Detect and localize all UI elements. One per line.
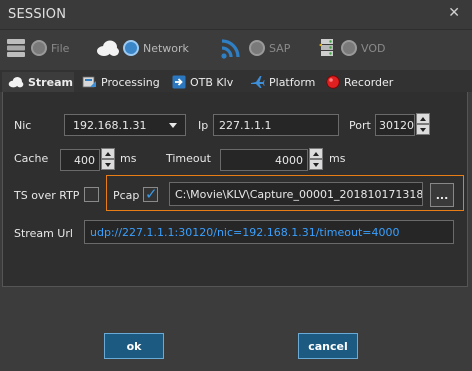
tab-platform[interactable]: Platform [250,72,315,92]
source-vod-label: VOD [361,41,386,55]
source-network[interactable]: Network [96,38,189,58]
timeout-unit: ms [329,152,346,165]
radio-file[interactable] [31,40,47,56]
radio-vod[interactable] [341,40,357,56]
timeout-label: Timeout [166,152,211,165]
cancel-button[interactable]: cancel [298,333,358,359]
radio-network[interactable] [123,40,139,56]
stream-url-value: udp://227.1.1.1:30120/nic=192.168.1.31/t… [90,225,400,239]
stream-url-label: Stream Url [14,227,73,240]
pcap-path-value: C:\Movie\KLV\Capture_00001_2018101713185… [175,187,423,201]
port-value: 30120 [379,118,414,132]
ts-over-rtp-checkbox[interactable] [84,187,99,202]
cache-up-icon[interactable] [101,148,115,159]
tab-processing[interactable]: Processing [82,72,160,92]
cache-down-icon[interactable] [101,159,115,170]
tab-stream-label: Stream [28,75,73,89]
port-label: Port [349,119,371,132]
tab-recorder[interactable]: Recorder [326,72,393,92]
tab-stream[interactable]: Stream [2,72,74,92]
server-icon [319,39,333,56]
nic-label: Nic [14,119,32,132]
database-icon [7,39,25,57]
ts-over-rtp-label: TS over RTP [14,189,80,202]
dropdown-arrow-icon [169,123,177,128]
timeout-value: 4000 [275,153,303,167]
cloud-icon [8,77,24,88]
stream-url-field[interactable]: udp://227.1.1.1:30120/nic=192.168.1.31/t… [84,220,454,244]
pcap-checkbox[interactable] [143,185,158,203]
port-input[interactable]: 30120 [375,114,415,136]
ok-button[interactable]: ok [104,333,164,359]
nic-select[interactable]: 192.168.1.31 [64,114,186,136]
airplane-icon [251,76,265,88]
close-icon[interactable]: ✕ [448,5,460,21]
timeout-down-icon[interactable] [309,159,323,170]
tab-bar: Stream Processing OTB Klv Platform Recor… [0,70,472,92]
record-icon [326,75,340,89]
cloud-icon [97,40,119,56]
source-vod[interactable]: VOD [318,38,385,58]
source-file-label: File [51,41,70,55]
cache-label: Cache [14,152,49,165]
signal-icon [221,39,240,59]
source-network-label: Network [143,41,189,55]
cache-value: 400 [74,153,95,167]
timeout-input[interactable]: 4000 [220,149,308,171]
browse-button[interactable]: ... [430,183,454,207]
cache-unit: ms [120,152,137,165]
import-icon [172,75,186,89]
title-bar: SESSION ✕ [0,0,472,30]
pcap-label: Pcap [113,189,140,202]
cancel-button-label: cancel [308,339,348,353]
cache-stepper[interactable] [101,148,115,170]
ip-label: Ip [198,119,209,132]
pcap-path-input[interactable]: C:\Movie\KLV\Capture_00001_2018101713185… [169,182,423,206]
window-title: SESSION [8,7,67,22]
port-up-icon[interactable] [416,113,430,124]
processing-icon [82,76,96,88]
radio-sap[interactable] [249,40,265,56]
tab-processing-label: Processing [101,75,160,89]
ip-value: 227.1.1.1 [219,118,272,132]
ip-input[interactable]: 227.1.1.1 [213,114,339,136]
tab-recorder-label: Recorder [344,75,394,89]
port-down-icon[interactable] [416,124,430,135]
nic-value: 192.168.1.31 [73,118,147,132]
tab-platform-label: Platform [269,75,316,89]
browse-button-label: ... [435,188,449,202]
source-file[interactable]: File [5,38,69,58]
ok-button-label: ok [126,339,142,353]
port-stepper[interactable] [416,113,430,135]
timeout-up-icon[interactable] [309,148,323,159]
source-sap[interactable]: SAP [220,38,291,59]
tab-otb-klv-label: OTB Klv [190,75,234,89]
source-sap-label: SAP [269,41,291,55]
cache-input[interactable]: 400 [60,149,100,171]
tab-otb-klv[interactable]: OTB Klv [172,72,233,92]
timeout-stepper[interactable] [309,148,323,170]
